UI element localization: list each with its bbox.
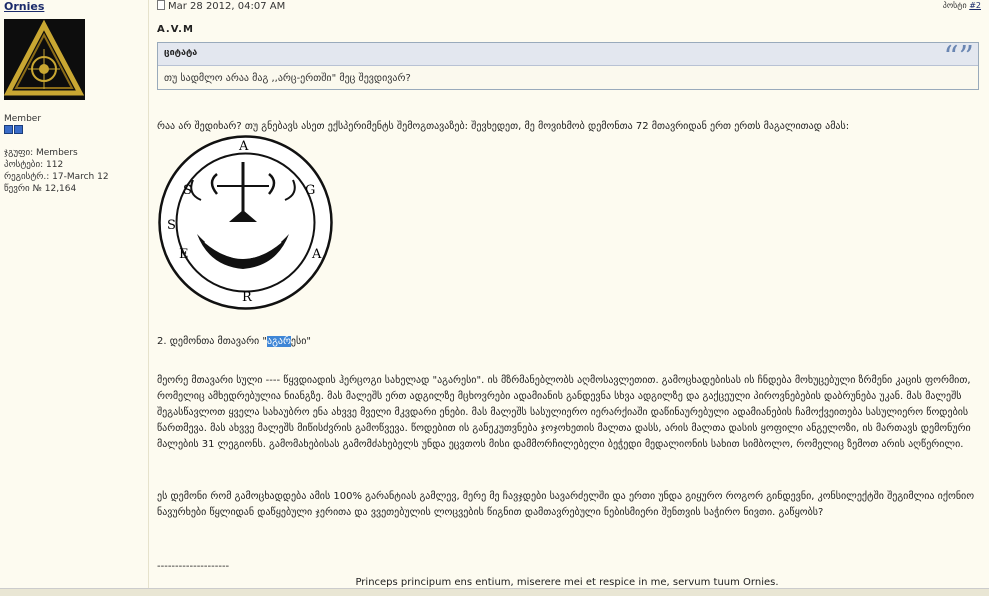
post-number-link[interactable]: #2: [969, 1, 981, 10]
signature-text: Princeps principum ens entium, miserere …: [355, 577, 779, 588]
heading-prefix: 2. დემონთა მთავარი ": [157, 336, 267, 347]
selected-text-highlight[interactable]: აგარ: [266, 336, 291, 347]
post-label: პოსტი: [942, 1, 967, 10]
quote-block: ციტატა “” თუ სადმლო არაა მაგ ,,არც-ერთში…: [157, 42, 979, 90]
sigil-letter: A: [238, 139, 249, 154]
post-number: პოსტი #2: [943, 1, 981, 10]
author-posts: პოსტები: 112: [4, 160, 64, 170]
author-group: ჯგუფი: Members: [4, 148, 78, 158]
author-joined: რეგისტრ.: 17-March 12: [4, 172, 109, 182]
triangle-eye-avatar-image: [3, 19, 85, 100]
rank-pip-icon: [4, 125, 13, 134]
author-member-number: წევრი № 12,164: [4, 184, 77, 194]
quote-marks-icon: “”: [943, 40, 974, 75]
post-title: A.V.M: [157, 24, 194, 35]
rank-pips: [4, 125, 24, 137]
document-icon: [157, 0, 165, 10]
author-avatar[interactable]: [3, 19, 85, 100]
sigil-letter: S: [167, 218, 176, 233]
column-divider: [148, 0, 149, 595]
quote-label: ციტატა: [164, 48, 198, 58]
post-intro: რაა არ შედიხარ? თუ გნებავს ასეთ ექსპერიმ…: [157, 121, 850, 132]
sigil-letter: R: [242, 290, 253, 305]
author-username-link[interactable]: Ornies: [4, 0, 44, 13]
quote-header: ციტატა “”: [158, 43, 978, 73]
sigil-letter: A: [311, 247, 322, 262]
sigil-letter: G: [305, 183, 315, 198]
demon-heading: 2. დემონთა მთავარი "აგარესი": [157, 334, 977, 350]
quote-text: თუ სადმლო არაა მაგ ,,არც-ერთში" მეც შევდ…: [164, 73, 411, 84]
post-paragraph-1: მეორე მთავარი სული ---- წყვდიადის ჰერცოგ…: [157, 375, 971, 450]
author-rank: Member: [4, 114, 42, 124]
sigil-letter: E: [179, 247, 189, 262]
post-paragraph-2: ეს დემონი რომ გამოცხადდება ამის 100% გარ…: [157, 491, 975, 518]
author-sidebar: Ornies Member ჯგუფი: Members პოსტები: 11…: [0, 0, 148, 595]
signature-separator: --------------------: [157, 561, 230, 572]
heading-suffix: ესი": [290, 336, 311, 347]
post-date: Mar 28 2012, 04:07 AM: [157, 0, 285, 12]
post-date-text: Mar 28 2012, 04:07 AM: [168, 1, 286, 12]
rank-pip-icon: [14, 125, 23, 134]
agares-sigil-image: S A G A R E S: [158, 135, 333, 310]
